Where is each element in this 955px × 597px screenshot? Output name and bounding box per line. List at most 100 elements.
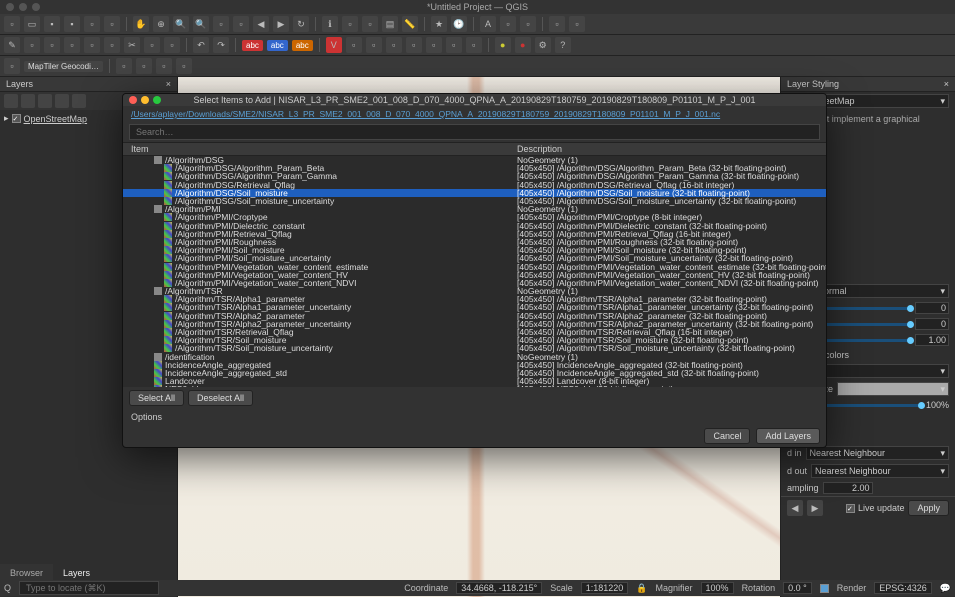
- open-project-icon[interactable]: ▭: [24, 16, 40, 32]
- locator-input[interactable]: [19, 581, 159, 595]
- plugin-icon[interactable]: ▫: [549, 16, 565, 32]
- layout-icon[interactable]: ▫: [104, 16, 120, 32]
- select-all-button[interactable]: Select All: [129, 390, 184, 406]
- mesh-icon[interactable]: ▫: [176, 58, 192, 74]
- add-mesh-icon[interactable]: ▫: [386, 37, 402, 53]
- dialog-search-input[interactable]: [129, 124, 820, 140]
- window-close-icon[interactable]: [6, 3, 14, 11]
- oversampling-input[interactable]: 2.00: [823, 482, 873, 494]
- add-wms-icon[interactable]: ▫: [426, 37, 442, 53]
- add-raster-icon[interactable]: ▫: [366, 37, 382, 53]
- history-fwd-icon[interactable]: ▶: [807, 500, 823, 516]
- layer-expand-icon[interactable]: [38, 94, 52, 108]
- data-source-icon[interactable]: ▫: [4, 58, 20, 74]
- save-as-icon[interactable]: ▪: [64, 16, 80, 32]
- snap-icon[interactable]: ▫: [116, 58, 132, 74]
- identify-icon[interactable]: ℹ: [322, 16, 338, 32]
- add-csv-icon[interactable]: ▫: [406, 37, 422, 53]
- redo-icon[interactable]: ↷: [213, 37, 229, 53]
- layer-filter-icon[interactable]: [21, 94, 35, 108]
- undo-icon[interactable]: ↶: [193, 37, 209, 53]
- magnifier-input[interactable]: 100%: [701, 582, 734, 594]
- deselect-icon[interactable]: ▫: [362, 16, 378, 32]
- layer-style-icon[interactable]: [4, 94, 18, 108]
- add-vector-icon[interactable]: ▫: [346, 37, 362, 53]
- blend-mode-combo[interactable]: Normal▾: [814, 284, 949, 298]
- layer-checkbox[interactable]: [12, 114, 21, 123]
- labels-icon[interactable]: A: [480, 16, 496, 32]
- panel-close-icon[interactable]: ×: [944, 79, 949, 89]
- zoom-full-icon[interactable]: ▫: [213, 16, 229, 32]
- strength-slider[interactable]: [825, 404, 922, 407]
- python-console-icon[interactable]: ●: [495, 37, 511, 53]
- tag-abc2-icon[interactable]: abc: [267, 40, 288, 51]
- temporal-icon[interactable]: 🕑: [451, 16, 467, 32]
- messages-icon[interactable]: Q: [4, 583, 11, 593]
- delete-icon[interactable]: ▫: [104, 37, 120, 53]
- cad-icon[interactable]: ▫: [156, 58, 172, 74]
- render-checkbox[interactable]: [820, 584, 829, 593]
- print-icon[interactable]: ▫: [84, 16, 100, 32]
- refresh-icon[interactable]: ↻: [293, 16, 309, 32]
- help-icon[interactable]: ?: [555, 37, 571, 53]
- window-zoom-icon[interactable]: [32, 3, 40, 11]
- diagram-icon[interactable]: ▫: [500, 16, 516, 32]
- tag-abc3-icon[interactable]: abc: [292, 40, 313, 51]
- attributes-icon[interactable]: ▤: [382, 16, 398, 32]
- maptiler-button[interactable]: MapTiler Geocodi…: [24, 61, 103, 72]
- tag-abc-icon[interactable]: abc: [242, 40, 263, 51]
- options-label[interactable]: Options: [123, 409, 826, 425]
- colorize-color[interactable]: ▾: [837, 382, 949, 396]
- zoomed-out-combo[interactable]: Nearest Neighbour▾: [811, 464, 949, 478]
- add-feature-icon[interactable]: ▫: [44, 37, 60, 53]
- panel-close-icon[interactable]: ×: [166, 79, 171, 89]
- new-project-icon[interactable]: ▫: [4, 16, 20, 32]
- log-icon[interactable]: 💬: [940, 583, 951, 594]
- layer-remove-icon[interactable]: [72, 94, 86, 108]
- column-header-description[interactable]: Description: [513, 144, 826, 154]
- cut-icon[interactable]: ✂: [124, 37, 140, 53]
- rotation-input[interactable]: 0.0 °: [783, 582, 812, 594]
- move-feature-icon[interactable]: ▫: [64, 37, 80, 53]
- pan-icon[interactable]: ✋: [133, 16, 149, 32]
- bookmark-icon[interactable]: ★: [431, 16, 447, 32]
- copy-icon[interactable]: ▫: [144, 37, 160, 53]
- edit-icon[interactable]: ✎: [4, 37, 20, 53]
- scale-combo[interactable]: 1:181220: [581, 582, 629, 594]
- select-icon[interactable]: ▫: [342, 16, 358, 32]
- add-wfs-icon[interactable]: ▫: [446, 37, 462, 53]
- deselect-all-button[interactable]: Deselect All: [188, 390, 253, 406]
- column-header-item[interactable]: Item: [123, 144, 513, 154]
- lock-icon[interactable]: 🔒: [636, 583, 647, 594]
- contrast-input[interactable]: 0: [915, 318, 949, 330]
- apply-button[interactable]: Apply: [908, 500, 949, 516]
- window-minimize-icon[interactable]: [19, 3, 27, 11]
- python-icon[interactable]: ▫: [569, 16, 585, 32]
- pan-selection-icon[interactable]: ⊕: [153, 16, 169, 32]
- zoom-next-icon[interactable]: ▶: [273, 16, 289, 32]
- coordinate-display[interactable]: 34.4668, -118.215°: [456, 582, 542, 594]
- cancel-button[interactable]: Cancel: [704, 428, 750, 444]
- processing-icon[interactable]: ⚙: [535, 37, 551, 53]
- measure-icon[interactable]: 📏: [402, 16, 418, 32]
- layer-collapse-icon[interactable]: [55, 94, 69, 108]
- crs-button[interactable]: EPSG:4326: [874, 582, 932, 594]
- trace-icon[interactable]: ▫: [136, 58, 152, 74]
- zoom-in-icon[interactable]: 🔍: [173, 16, 189, 32]
- dialog-item-list[interactable]: /Algorithm/DSGNoGeometry (1)/Algorithm/D…: [123, 156, 826, 387]
- tab-browser[interactable]: Browser: [0, 564, 53, 580]
- tab-layers[interactable]: Layers: [53, 564, 100, 580]
- gamma-input[interactable]: 1.00: [915, 334, 949, 346]
- vector-new-icon[interactable]: V: [326, 37, 342, 53]
- zoomed-in-combo[interactable]: Nearest Neighbour▾: [806, 446, 949, 460]
- paste-icon[interactable]: ▫: [164, 37, 180, 53]
- add-layers-button[interactable]: Add Layers: [756, 428, 820, 444]
- zoom-last-icon[interactable]: ◀: [253, 16, 269, 32]
- history-back-icon[interactable]: ◀: [787, 500, 803, 516]
- plugin-manager-icon[interactable]: ●: [515, 37, 531, 53]
- save-edits-icon[interactable]: ▫: [24, 37, 40, 53]
- brightness-input[interactable]: 0: [915, 302, 949, 314]
- node-tool-icon[interactable]: ▫: [84, 37, 100, 53]
- add-postgis-icon[interactable]: ▫: [466, 37, 482, 53]
- zoom-out-icon[interactable]: 🔍: [193, 16, 209, 32]
